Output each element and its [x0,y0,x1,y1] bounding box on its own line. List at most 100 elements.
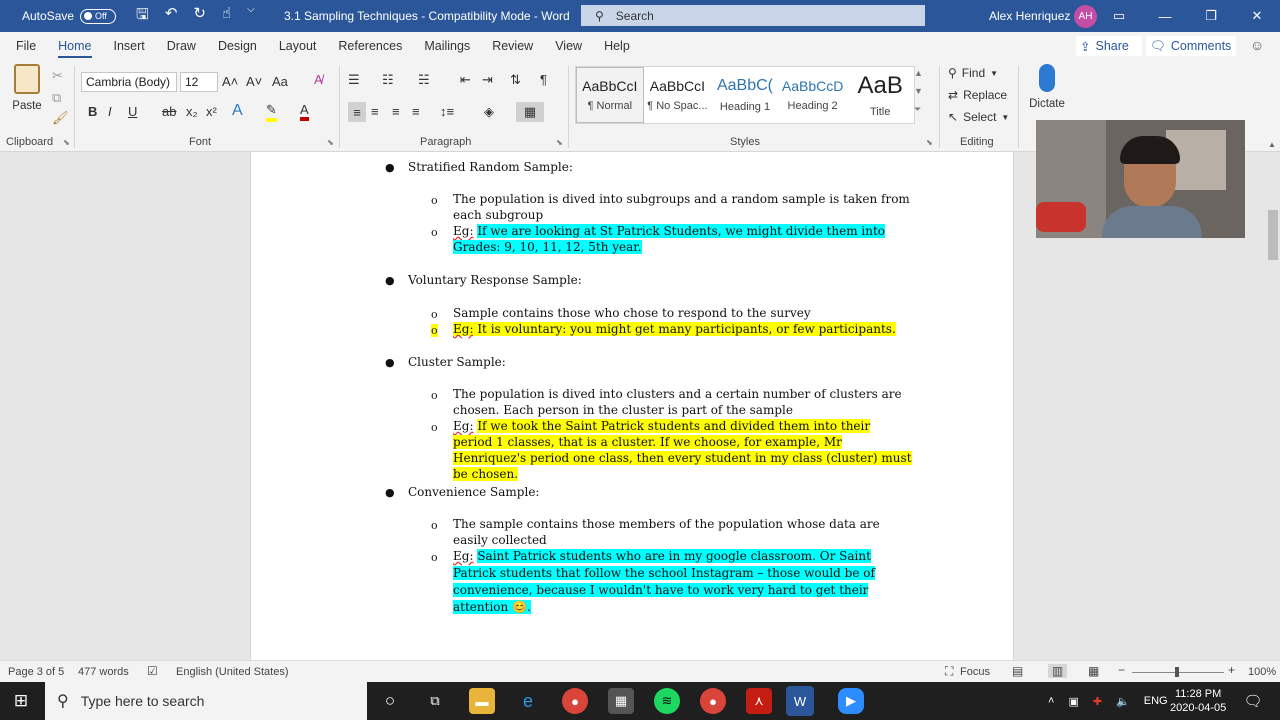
decrease-indent-icon[interactable]: ⇤ [460,72,471,88]
strikethrough-icon[interactable]: ab [162,104,176,119]
search-box[interactable]: ⚲ Search [581,5,925,26]
justify-icon[interactable]: ≡ [412,104,420,119]
select-button[interactable]: ↖ Select ▼ [948,110,1009,124]
avatar[interactable]: AH [1074,5,1097,28]
format-painter-icon[interactable]: 🖌 [52,110,69,126]
autosave-toggle[interactable]: Off [80,8,117,24]
style-title[interactable]: AaB Title [846,67,914,123]
style-heading-2[interactable]: AaBbCcD Heading 2 [779,67,847,123]
clock-time[interactable]: 11:28 PM [1175,688,1221,700]
notifications-icon[interactable]: 🗨 [1240,688,1266,714]
styles-scroll-down-icon[interactable]: ▼ [914,86,923,96]
shading-icon[interactable]: ◈ [484,104,494,120]
read-mode-icon[interactable]: ▤ [1012,664,1023,678]
focus-mode[interactable]: Focus [960,666,990,678]
tab-draw[interactable]: Draw [156,32,207,60]
taskbar-search[interactable]: ⚲ Type here to search [45,682,367,720]
grow-font-icon[interactable]: A˄ [222,74,238,89]
style-heading-1[interactable]: AaBbC( Heading 1 [711,67,779,123]
web-layout-icon[interactable]: ▦ [1088,664,1099,678]
minimize-icon[interactable]: — [1142,0,1188,32]
line-spacing-icon[interactable]: ↕≡ [440,104,454,119]
show-marks-icon[interactable]: ¶ [540,72,547,87]
bullets-icon[interactable]: ☰ [348,72,360,88]
scrollbar-thumb[interactable] [1268,210,1278,260]
tab-insert[interactable]: Insert [103,32,156,60]
clipboard-launcher-icon[interactable]: ⬊ [63,138,70,147]
subscript-icon[interactable]: x₂ [186,104,198,119]
copy-icon[interactable]: ⧉ [52,90,61,106]
antivirus-icon[interactable]: ✚ [1093,695,1102,708]
numbering-icon[interactable]: ☷ [382,72,394,88]
shrink-font-icon[interactable]: A˅ [246,74,262,89]
tab-layout[interactable]: Layout [268,32,328,60]
cortana-icon[interactable]: ○ [377,688,403,714]
clear-formatting-icon[interactable]: A̸ [314,72,323,87]
find-button[interactable]: ⚲ Find ▼ [948,66,998,80]
underline-icon[interactable]: U [128,104,137,119]
edge-icon[interactable]: e [515,688,541,714]
spotify-icon[interactable]: ≋ [654,688,680,714]
chrome-icon[interactable]: ● [562,688,588,714]
zoom-in-icon[interactable]: + [1228,663,1235,677]
tab-references[interactable]: References [327,32,413,60]
network-icon[interactable]: ▣ [1068,695,1078,708]
superscript-icon[interactable]: x² [206,104,217,119]
scroll-up-icon[interactable]: ▲ [1268,140,1276,149]
cut-icon[interactable]: ✂ [52,68,63,84]
share-button[interactable]: ⇪ Share [1076,36,1142,56]
font-launcher-icon[interactable]: ⬊ [327,138,334,147]
align-right-icon[interactable]: ≡ [392,104,400,119]
volume-icon[interactable]: 🔈 [1116,695,1130,708]
tab-design[interactable]: Design [207,32,268,60]
zoom-slider-thumb[interactable] [1175,667,1179,677]
tab-home[interactable]: Home [47,32,102,60]
acrobat-icon[interactable]: ⋏ [746,688,772,714]
print-layout-icon[interactable]: ▥ [1048,664,1068,678]
feedback-icon[interactable]: ☺ [1250,37,1264,53]
zoom-out-icon[interactable]: − [1118,663,1125,677]
redo-icon[interactable]: ↻ [193,4,206,29]
comments-button[interactable]: 🗨 Comments [1146,36,1236,56]
font-color-icon[interactable]: A [300,102,309,121]
tab-view[interactable]: View [544,32,593,60]
autosave[interactable]: AutoSave Off [22,8,117,24]
save-icon[interactable]: 🖫 [136,4,149,29]
user-name[interactable]: Alex Henriquez [989,9,1070,23]
customize-qat-icon[interactable]: ⌵ [247,4,255,29]
clock-date[interactable]: 2020-04-05 [1170,702,1226,714]
document-page[interactable]: ● Stratified Random Sample: o The popula… [250,152,1014,660]
borders-icon[interactable]: ▦ [516,102,544,122]
tab-mailings[interactable]: Mailings [413,32,481,60]
zoom-level[interactable]: 100% [1248,666,1276,678]
task-view-icon[interactable]: ⧉ [422,688,448,714]
close-icon[interactable]: ✕ [1234,0,1280,32]
multilevel-list-icon[interactable]: ☵ [418,72,430,88]
proofing-icon[interactable]: ☑ [147,664,158,678]
undo-icon[interactable]: ↶ [165,4,178,29]
highlight-color-icon[interactable]: ✎ [266,102,277,122]
maximize-icon[interactable]: ❐ [1188,0,1234,32]
tab-help[interactable]: Help [593,32,641,60]
chrome-profile-icon[interactable]: ● [700,688,726,714]
change-case-icon[interactable]: Aa [272,74,288,89]
file-explorer-icon[interactable]: ▬ [469,688,495,714]
word-count[interactable]: 477 words [78,666,129,678]
styles-scroll-up-icon[interactable]: ▲ [914,68,923,78]
tab-review[interactable]: Review [481,32,544,60]
font-name-select[interactable]: Cambria (Body) [81,72,177,92]
page-count[interactable]: Page 3 of 5 [8,666,64,678]
paragraph-launcher-icon[interactable]: ⬊ [556,138,563,147]
touch-mode-icon[interactable]: ☝ [222,4,231,29]
tab-file[interactable]: File [5,32,47,60]
calculator-icon[interactable]: ▦ [608,688,634,714]
italic-icon[interactable]: I [108,104,112,119]
styles-more-icon[interactable]: ⏷ [914,104,921,115]
increase-indent-icon[interactable]: ⇥ [482,72,493,88]
align-center-icon[interactable]: ≡ [371,104,379,119]
dictate-button[interactable]: Dictate [1022,64,1072,110]
font-size-select[interactable]: 12 [180,72,218,92]
show-hidden-icons-icon[interactable]: ˄ [1048,695,1054,707]
zoom-app-icon[interactable]: ▶ [838,688,864,714]
text-effects-icon[interactable]: A [232,102,243,120]
